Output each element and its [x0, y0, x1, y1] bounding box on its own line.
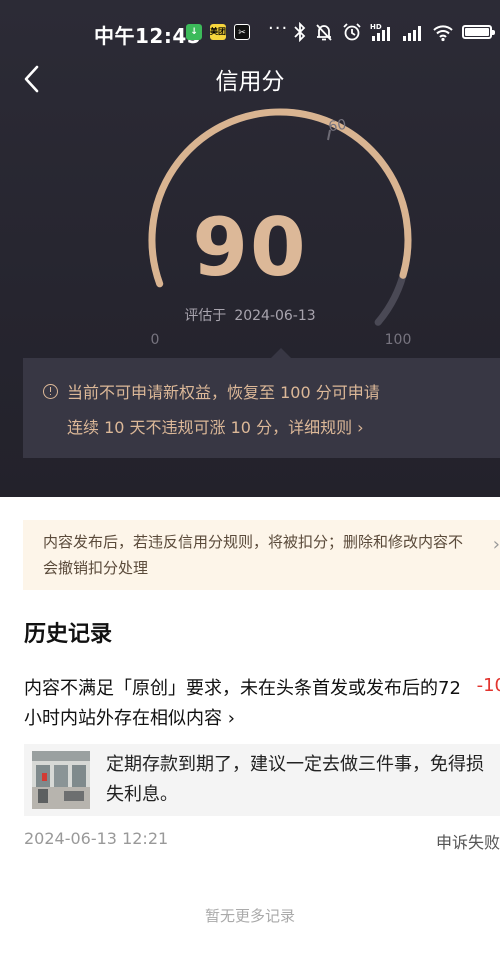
- no-more-records: 暂无更多记录: [204, 907, 295, 925]
- notice-restriction-text: 当前不可申请新权益，恢复至 100 分可申请: [67, 383, 380, 402]
- credit-header-panel: 中午12:45 ↓ 美团 ✂ ··· HD 信用分 60 0 100 90 评估…: [0, 0, 500, 497]
- signal-icon: [403, 26, 421, 41]
- hd-label: HD: [370, 23, 382, 31]
- wifi-icon: [433, 25, 453, 42]
- alarm-icon: [343, 23, 361, 41]
- gauge-label-mid: 60: [328, 117, 348, 135]
- evaluation-date-line: 评估于 2024-06-13: [0, 305, 500, 325]
- capcut-notification-icon: ✂: [234, 24, 250, 40]
- article-thumbnail: [32, 751, 90, 809]
- battery-icon: [462, 25, 495, 39]
- article-title: 定期存款到期了，建议一定去做三件事，免得损失利息。: [106, 754, 484, 805]
- nav-bar: 信用分: [0, 54, 500, 102]
- appeal-status[interactable]: 申诉失败: [436, 829, 500, 853]
- credit-score-value: 90: [192, 201, 308, 294]
- bank-interior-image: [32, 751, 90, 809]
- download-notification-icon: ↓: [186, 24, 202, 40]
- deduction-rule-banner[interactable]: 内容发布后，若违反信用分规则，将被扣分；删除和修改内容不会撤销扣分处理 ›: [23, 520, 500, 590]
- more-notifications-icon: ···: [268, 18, 289, 39]
- record-date: 2024-06-13 12:21: [24, 829, 169, 848]
- record-reason: 内容不满足「原创」要求，未在头条首发或发布后的72小时内站外存在相似内容 ›: [24, 678, 461, 729]
- evaluation-date: 2024-06-13: [234, 308, 316, 324]
- chevron-right-icon: ›: [492, 534, 500, 555]
- mute-bell-icon: [316, 24, 332, 41]
- rule-banner-text: 内容发布后，若违反信用分规则，将被扣分；删除和修改内容不会撤销扣分处理: [43, 533, 464, 577]
- record-score-change: -10: [476, 675, 500, 696]
- hd-signal-icon: HD: [370, 23, 390, 41]
- detailed-rules-link[interactable]: 连续 10 天不违规可涨 10 分，详细规则 ›: [67, 414, 364, 438]
- gauge-label-max: 100: [385, 332, 412, 348]
- status-icons: HD: [294, 21, 495, 43]
- evaluation-label: 评估于: [184, 308, 227, 324]
- meituan-notification-icon: 美团: [210, 24, 226, 40]
- eligibility-notice: 当前不可申请新权益，恢复至 100 分可申请 连续 10 天不违规可涨 10 分…: [23, 358, 500, 458]
- history-record[interactable]: 内容不满足「原创」要求，未在头条首发或发布后的72小时内站外存在相似内容 › -…: [24, 674, 500, 734]
- status-bar: 中午12:45 ↓ 美团 ✂ ··· HD: [0, 16, 500, 48]
- bluetooth-icon: [294, 22, 306, 42]
- page-title: 信用分: [215, 69, 285, 95]
- gauge-label-min: 0: [151, 332, 160, 348]
- history-section-title: 历史记录: [24, 622, 113, 647]
- related-article-card[interactable]: 定期存款到期了，建议一定去做三件事，免得损失利息。: [24, 744, 500, 816]
- info-icon: [43, 383, 58, 399]
